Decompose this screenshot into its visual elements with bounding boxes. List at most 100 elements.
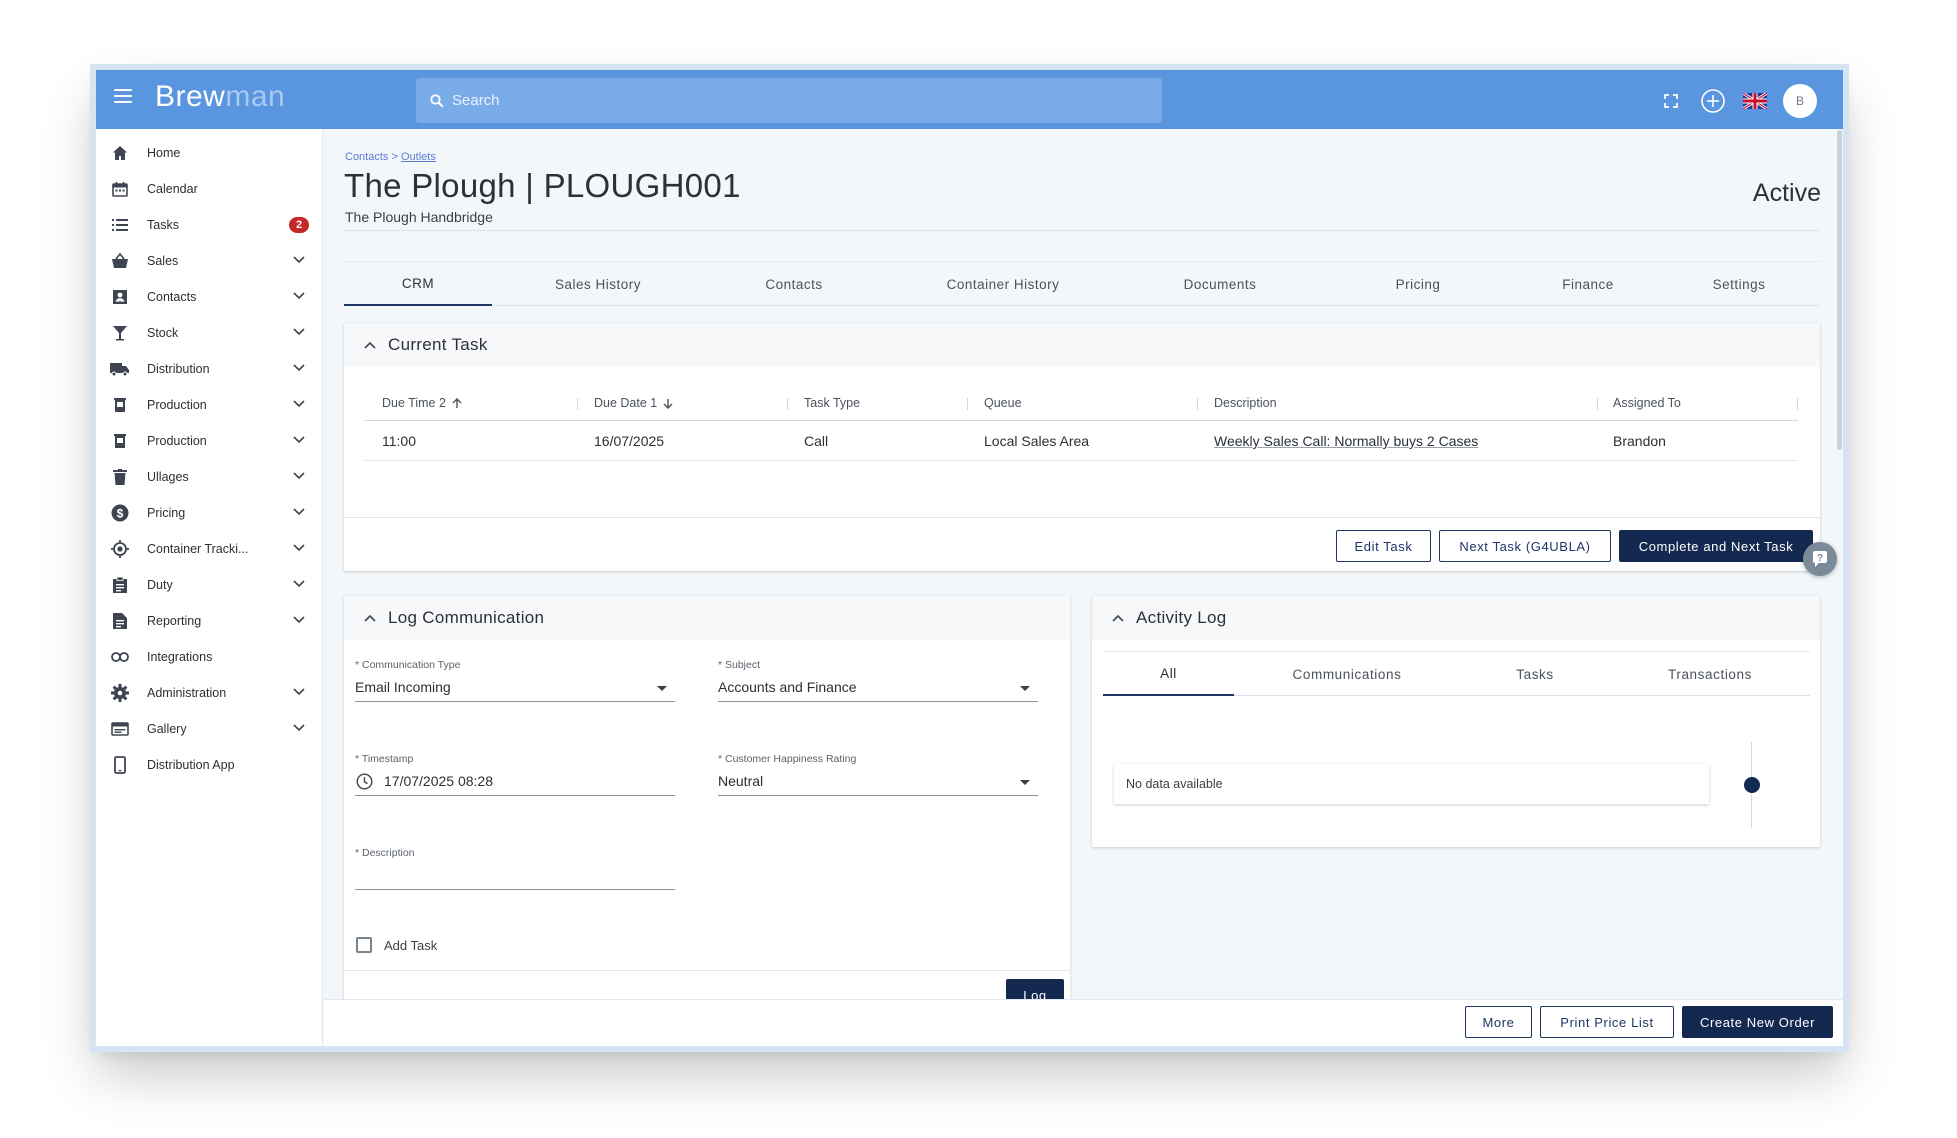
column-header-assigned-to[interactable]: Assigned To <box>1613 396 1681 410</box>
activity-log-header[interactable]: Activity Log <box>1092 596 1820 640</box>
timeline-dot <box>1744 777 1760 793</box>
edit-task-button[interactable]: Edit Task <box>1336 530 1431 562</box>
sidebar-item-tasks[interactable]: Tasks 2 <box>96 207 323 243</box>
more-button[interactable]: More <box>1465 1006 1532 1038</box>
sidebar-item-duty[interactable]: Duty <box>96 567 323 603</box>
column-header-description[interactable]: Description <box>1214 396 1277 410</box>
sidebar-item-contacts[interactable]: Contacts <box>96 279 323 315</box>
sidebar: Home Calendar Tasks 2 Sales Contacts Sto… <box>96 129 323 1046</box>
add-icon[interactable] <box>1699 87 1727 115</box>
print-price-list-button[interactable]: Print Price List <box>1540 1006 1674 1038</box>
menu-icon[interactable] <box>114 89 132 103</box>
sidebar-item-pricing[interactable]: $ Pricing <box>96 495 323 531</box>
column-header-task-type[interactable]: Task Type <box>804 396 860 410</box>
sidebar-item-label: Distribution App <box>147 758 235 772</box>
link-icon <box>110 647 130 667</box>
page-title: The Plough | PLOUGH001 <box>344 167 741 204</box>
breadcrumb-root[interactable]: Contacts <box>345 151 388 163</box>
sidebar-item-container-tracking[interactable]: Container Tracki... <box>96 531 323 567</box>
bottom-action-bar: More Print Price List Create New Order <box>324 999 1843 1046</box>
column-header-due-date[interactable]: Due Date 1 <box>594 396 673 410</box>
search-box[interactable] <box>416 78 1162 123</box>
cell-description-link[interactable]: Weekly Sales Call: Normally buys 2 Cases <box>1214 433 1478 449</box>
sidebar-item-gallery[interactable]: Gallery <box>96 711 323 747</box>
document-icon <box>110 611 130 631</box>
scrollbar[interactable] <box>1837 130 1842 450</box>
avatar[interactable]: B <box>1783 84 1817 118</box>
tab-contacts[interactable]: Contacts <box>704 262 884 306</box>
search-input[interactable] <box>452 92 1132 109</box>
tab-sales-history[interactable]: Sales History <box>492 262 704 306</box>
chevron-down-icon[interactable] <box>293 292 305 300</box>
tab-documents[interactable]: Documents <box>1122 262 1318 306</box>
column-header-due-time[interactable]: Due Time 2 <box>382 396 462 410</box>
chevron-down-icon[interactable] <box>293 580 305 588</box>
activity-tab-transactions[interactable]: Transactions <box>1610 652 1810 696</box>
chevron-down-icon[interactable] <box>293 364 305 372</box>
tab-crm[interactable]: CRM <box>344 262 492 306</box>
chevron-down-icon[interactable] <box>293 616 305 624</box>
sidebar-item-production-2[interactable]: Production <box>96 423 323 459</box>
add-task-checkbox[interactable] <box>356 937 372 953</box>
uk-flag-icon[interactable] <box>1741 87 1769 115</box>
chevron-down-icon[interactable] <box>293 544 305 552</box>
activity-log-card: Activity Log All Communications Tasks Tr… <box>1092 596 1820 847</box>
glass-icon <box>110 323 130 343</box>
column-divider <box>967 398 968 410</box>
sidebar-item-distribution-app[interactable]: Distribution App <box>96 747 323 783</box>
tab-pricing[interactable]: Pricing <box>1318 262 1518 306</box>
chevron-down-icon[interactable] <box>293 328 305 336</box>
brand-logo[interactable]: Brewman <box>155 80 285 114</box>
create-new-order-button[interactable]: Create New Order <box>1682 1006 1833 1038</box>
breadcrumb-separator: > <box>388 151 401 163</box>
field-label: * Description <box>355 847 415 859</box>
sidebar-item-stock[interactable]: Stock <box>96 315 323 351</box>
chevron-down-icon[interactable] <box>293 436 305 444</box>
chevron-up-icon[interactable] <box>364 614 376 622</box>
table-header-line <box>364 420 1798 421</box>
chevron-down-icon[interactable] <box>293 256 305 264</box>
chevron-down-icon[interactable] <box>293 724 305 732</box>
complete-and-next-task-button[interactable]: Complete and Next Task <box>1619 530 1813 562</box>
question-mark-icon: ? <box>1813 551 1827 567</box>
activity-tab-tasks[interactable]: Tasks <box>1460 652 1610 696</box>
sidebar-item-label: Production <box>147 398 207 412</box>
tab-finance[interactable]: Finance <box>1518 262 1658 306</box>
sidebar-item-administration[interactable]: Administration <box>96 675 323 711</box>
chevron-up-icon[interactable] <box>1112 614 1124 622</box>
logo-part-1: Brew <box>155 80 226 113</box>
sidebar-item-ullages[interactable]: Ullages <box>96 459 323 495</box>
activity-tab-communications[interactable]: Communications <box>1234 652 1460 696</box>
chevron-down-icon[interactable] <box>293 508 305 516</box>
empty-state-text: No data available <box>1126 777 1223 791</box>
chevron-down-icon[interactable] <box>293 688 305 696</box>
activity-tab-bar: All Communications Tasks Transactions <box>1103 651 1810 696</box>
clock-icon <box>356 773 373 790</box>
status-label: Active <box>1752 179 1821 207</box>
sidebar-item-calendar[interactable]: Calendar <box>96 171 323 207</box>
help-button[interactable]: ? <box>1803 542 1837 576</box>
tab-settings[interactable]: Settings <box>1658 262 1820 306</box>
current-task-header[interactable]: Current Task <box>344 323 1820 367</box>
activity-tab-all[interactable]: All <box>1103 652 1234 696</box>
tab-container-history[interactable]: Container History <box>884 262 1122 306</box>
chevron-down-icon[interactable] <box>293 400 305 408</box>
chevron-down-icon[interactable] <box>293 472 305 480</box>
sidebar-item-reporting[interactable]: Reporting <box>96 603 323 639</box>
sidebar-item-production[interactable]: Production <box>96 387 323 423</box>
sidebar-item-sales[interactable]: Sales <box>96 243 323 279</box>
top-bar: Brewman B <box>96 70 1843 129</box>
chevron-up-icon[interactable] <box>364 341 376 349</box>
svg-text:$: $ <box>117 507 124 521</box>
fullscreen-icon[interactable] <box>1657 87 1685 115</box>
sidebar-item-integrations[interactable]: Integrations <box>96 639 323 675</box>
cell-task-type: Call <box>804 433 829 449</box>
next-task-button[interactable]: Next Task (G4UBLA) <box>1439 530 1611 562</box>
sidebar-item-distribution[interactable]: Distribution <box>96 351 323 387</box>
sidebar-item-home[interactable]: Home <box>96 135 323 171</box>
card-footer-divider <box>344 517 1820 518</box>
breadcrumb-link-outlets[interactable]: Outlets <box>401 151 436 163</box>
column-header-queue[interactable]: Queue <box>984 396 1022 410</box>
column-label: Assigned To <box>1613 396 1681 410</box>
log-communication-header[interactable]: Log Communication <box>344 596 1070 640</box>
